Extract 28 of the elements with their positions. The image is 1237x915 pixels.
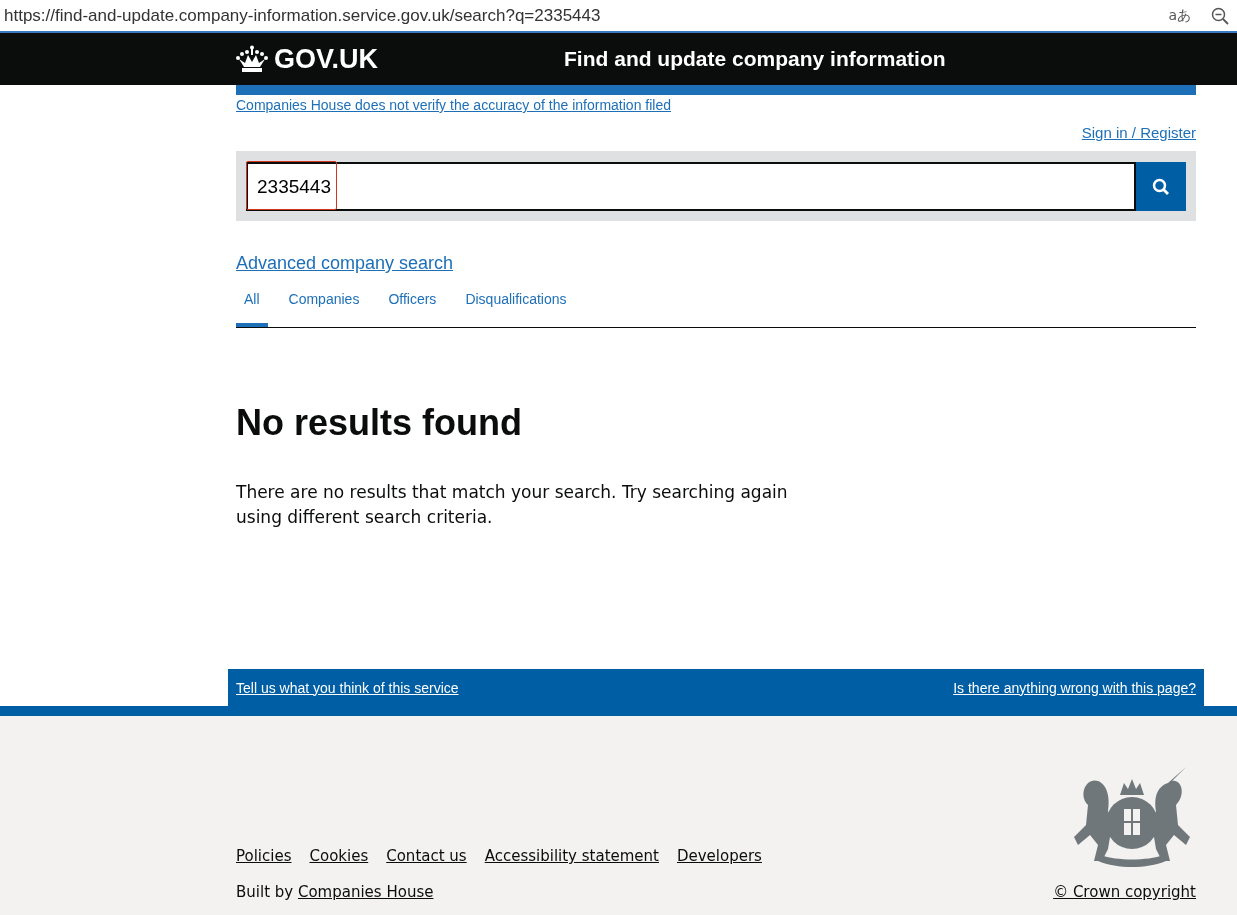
result-tab[interactable]: Officers: [380, 288, 445, 327]
govuk-logo-link[interactable]: GOV.UK: [236, 43, 379, 75]
translate-button[interactable]: aあ: [1168, 6, 1191, 25]
result-tab[interactable]: Disqualifications: [457, 288, 575, 327]
result-tab[interactable]: Companies: [280, 288, 368, 327]
companies-house-link[interactable]: Companies House: [297, 883, 434, 901]
advanced-search-link[interactable]: Advanced company search: [236, 253, 454, 274]
built-by-text: Built by: [236, 883, 294, 901]
notice-link[interactable]: Companies House does not verify the accuracy of the information filed: [236, 97, 671, 113]
search-icon: [1152, 177, 1170, 196]
copyright-link[interactable]: © Crown copyright: [1053, 883, 1196, 901]
results-message: There are no results that match your search. Try searching again using different search criteria.: [236, 481, 789, 529]
footer-link[interactable]: Contact us: [386, 847, 467, 865]
footer-link[interactable]: Developers: [676, 847, 762, 865]
footer-link[interactable]: Policies: [236, 847, 292, 865]
result-tab[interactable]: All: [236, 288, 268, 327]
sign-in-link[interactable]: Sign in / Register: [1081, 124, 1196, 141]
zoom-out-icon[interactable]: [1211, 6, 1229, 25]
feedback-link[interactable]: Tell us what you think of this service: [236, 679, 459, 696]
results-heading: No results found: [236, 402, 523, 444]
footer-link[interactable]: Accessibility statement: [484, 847, 659, 865]
service-name[interactable]: Find and update company information: [564, 47, 946, 71]
report-problem-link[interactable]: Is there anything wrong with this page?: [953, 679, 1196, 696]
url-text[interactable]: https://find-and-update.company-information.service.gov.uk/search?q=2335443: [4, 5, 601, 26]
search-button[interactable]: [1136, 162, 1186, 211]
crown-icon: [236, 45, 268, 73]
search-field[interactable]: 2335443: [246, 162, 1136, 211]
footer-link[interactable]: Cookies: [309, 847, 369, 865]
